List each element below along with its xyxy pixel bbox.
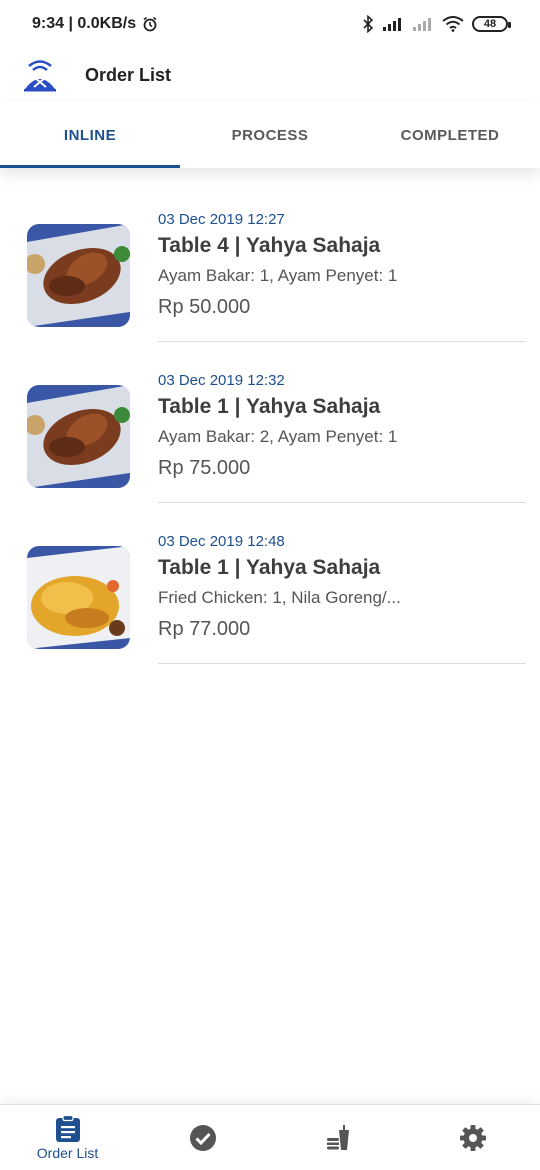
- status-time-speed: 9:34 | 0.0KB/s: [32, 15, 137, 32]
- check-circle-icon: [189, 1124, 216, 1151]
- signal-weak-icon: [413, 18, 431, 31]
- fried-chicken-image: [27, 546, 130, 649]
- status-bar: 9:34 | 0.0KB/s 48: [0, 0, 540, 48]
- order-total: Rp 75.000: [158, 457, 251, 479]
- order-table-customer: Table 1 | Yahya Sahaja: [158, 556, 381, 579]
- divider: [158, 341, 526, 342]
- divider: [158, 663, 526, 664]
- page-title: Order List: [85, 64, 172, 85]
- order-items: Fried Chicken: 1, Nila Goreng/...: [158, 588, 401, 607]
- alarm-icon: [143, 16, 157, 32]
- status-right: 48: [362, 15, 511, 33]
- signal-icon: [383, 18, 401, 31]
- settings-gear-icon: [459, 1124, 486, 1151]
- nav-completed[interactable]: [135, 1105, 270, 1170]
- order-table-customer: Table 1 | Yahya Sahaja: [158, 395, 381, 418]
- status-left: 9:34 | 0.0KB/s: [32, 15, 158, 33]
- grilled-chicken-image: [27, 224, 130, 327]
- nav-menu[interactable]: [270, 1105, 405, 1170]
- app-logo-icon: [24, 60, 56, 92]
- order-list: 03 Dec 2019 12:27 Table 4 | Yahya Sahaja…: [0, 190, 540, 673]
- nav-settings[interactable]: [405, 1105, 540, 1170]
- order-items: Ayam Bakar: 2, Ayam Penyet: 1: [158, 427, 398, 446]
- tab-process[interactable]: PROCESS: [180, 102, 360, 168]
- order-item[interactable]: 03 Dec 2019 12:27 Table 4 | Yahya Sahaja…: [0, 190, 540, 351]
- divider: [158, 502, 526, 503]
- order-info: 03 Dec 2019 12:48 Table 1 | Yahya Sahaja…: [158, 532, 526, 645]
- wifi-icon: [442, 16, 464, 32]
- order-date: 03 Dec 2019 12:32: [158, 372, 285, 389]
- tab-completed[interactable]: COMPLETED: [360, 102, 540, 168]
- order-table-customer: Table 4 | Yahya Sahaja: [158, 234, 381, 257]
- bluetooth-icon: [363, 15, 374, 33]
- order-date: 03 Dec 2019 12:27: [158, 211, 285, 228]
- battery-level: 48: [483, 18, 497, 30]
- order-status-tabs: INLINE PROCESS COMPLETED: [0, 102, 540, 168]
- food-menu-icon: [326, 1124, 349, 1150]
- order-items: Ayam Bakar: 1, Ayam Penyet: 1: [158, 266, 398, 285]
- order-total: Rp 77.000: [158, 618, 251, 640]
- nav-order-list[interactable]: Order List: [0, 1105, 135, 1170]
- order-list-icon: [55, 1114, 80, 1142]
- order-info: 03 Dec 2019 12:27 Table 4 | Yahya Sahaja…: [158, 210, 526, 323]
- order-item[interactable]: 03 Dec 2019 12:48 Table 1 | Yahya Sahaja…: [0, 512, 540, 673]
- order-info: 03 Dec 2019 12:32 Table 1 | Yahya Sahaja…: [158, 371, 526, 484]
- bottom-navigation: Order List: [0, 1104, 540, 1170]
- tab-inline[interactable]: INLINE: [0, 102, 180, 168]
- order-total: Rp 50.000: [158, 296, 251, 318]
- nav-order-list-label: Order List: [36, 1144, 99, 1161]
- order-date: 03 Dec 2019 12:48: [158, 533, 285, 550]
- app-bar: Order List: [0, 48, 540, 102]
- grilled-chicken-image: [27, 385, 130, 488]
- order-item[interactable]: 03 Dec 2019 12:32 Table 1 | Yahya Sahaja…: [0, 351, 540, 512]
- battery-indicator: 48: [472, 16, 511, 32]
